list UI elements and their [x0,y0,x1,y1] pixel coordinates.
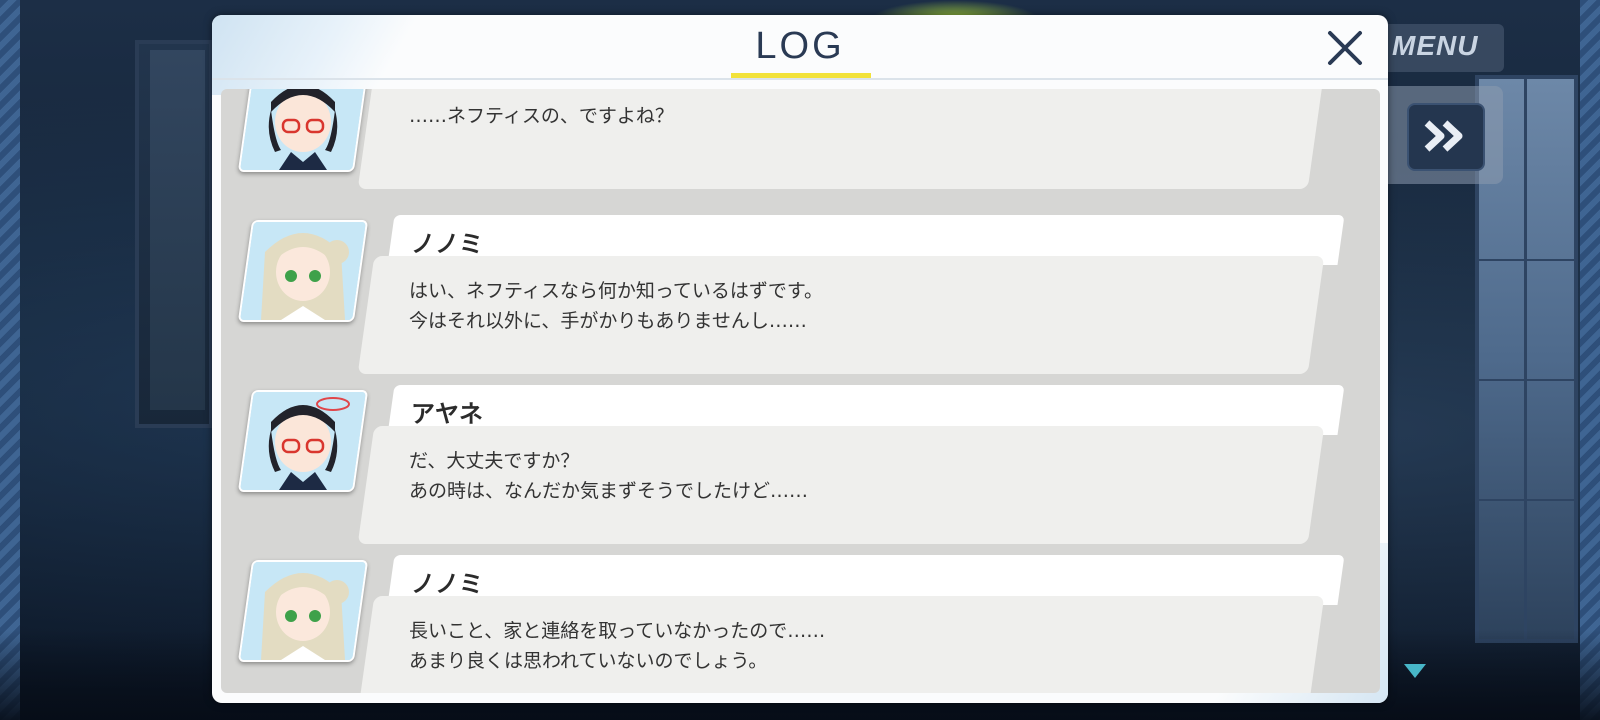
character-name: ノノミ [411,570,483,598]
log-header: LOG [212,15,1388,79]
page-title: LOG [755,25,845,67]
log-entry: ノノミ はい、ネフティスなら何か知っているはずです。 今はそれ以外に、手がかりも… [221,215,1380,380]
character-name: アヤネ [411,400,483,428]
dialogue-line: 今はそれ以外に、手がかりもありませんし…… [409,310,807,332]
menu-label: MENU [1392,30,1479,61]
log-list[interactable]: ……ネフティスの、ですよね？ ノノミ はい、ネフティスなら何か知っているはずです… [221,89,1380,693]
left-border-stripe [0,0,20,720]
background-noticeboard [150,50,205,410]
log-panel: LOG ……ネフティスの、ですよね？ ノノミ はい、ネフティスなら何か知っている… [212,15,1388,703]
log-entry: アヤネ だ、大丈夫ですか？ あの時は、なんだか気まずそうでしたけど…… [221,385,1380,550]
close-icon[interactable] [1322,25,1368,71]
dialogue-line: あまり良くは思われていないのでしょう。 [409,650,768,672]
dialogue-line: あの時は、なんだか気まずそうでしたけど…… [409,480,809,502]
character-portrait [237,560,369,662]
fast-forward-button[interactable] [1407,103,1485,171]
character-name: ノノミ [411,230,483,258]
dialogue-line: だ、大丈夫ですか？ [409,450,580,472]
fast-forward-icon [1424,120,1463,152]
dialogue-bubble [357,596,1325,693]
dialogue-line: ……ネフティスの、ですよね？ [409,105,674,127]
character-portrait [237,390,369,492]
log-entry: ノノミ 長いこと、家と連絡を取っていなかったので…… あまり良くは思われていない… [221,555,1380,693]
scroll-down-icon[interactable] [1404,664,1426,678]
dialogue-line: はい、ネフティスなら何か知っているはずです。 [409,280,824,302]
right-border-stripe [1580,0,1600,720]
log-entry: ……ネフティスの、ですよね？ [221,89,1380,192]
character-portrait [237,220,369,322]
character-portrait [237,89,369,172]
header-divider [212,78,1388,80]
dialogue-line: 長いこと、家と連絡を取っていなかったので…… [409,620,826,642]
